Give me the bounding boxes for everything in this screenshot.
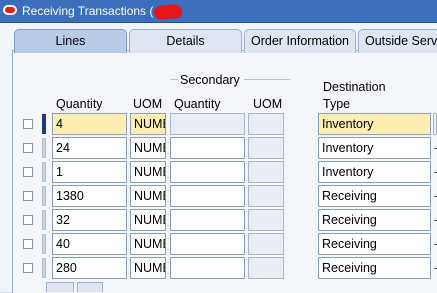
uom-field[interactable]: NUMBER (130, 161, 166, 183)
uom-header: UOM (133, 97, 163, 111)
secondary-uom-field (248, 257, 284, 279)
record-indicator[interactable] (42, 258, 46, 278)
row-select-checkbox[interactable] (23, 215, 33, 225)
tab-details[interactable]: Details (129, 29, 242, 53)
secondary-quantity-field (170, 113, 245, 135)
tab-outside-services[interactable]: Outside Serv (358, 29, 437, 53)
destination-type-field[interactable]: Receiving (318, 185, 431, 207)
secondary-divider-left (170, 79, 178, 80)
tab-order-information[interactable]: Order Information (244, 29, 356, 53)
uom-field[interactable]: NUMBER (130, 137, 166, 159)
bottom-button[interactable] (46, 282, 74, 292)
redaction-mark (153, 3, 183, 21)
record-indicator[interactable] (42, 210, 46, 230)
record-indicator[interactable] (42, 186, 46, 206)
secondary-quantity-field[interactable] (170, 161, 245, 183)
destination-type-header-line2: Type (323, 97, 351, 111)
secondary-quantity-field[interactable] (170, 233, 245, 255)
destination-type-field[interactable]: Inventory (318, 113, 431, 135)
row-select-checkbox[interactable] (23, 143, 33, 153)
quantity-field[interactable]: 40 (52, 233, 127, 255)
tab-lines[interactable]: Lines (14, 29, 127, 53)
quantity-field[interactable]: 4 (52, 113, 127, 135)
secondary-divider-right (244, 79, 290, 80)
secondary-uom-field (248, 209, 284, 231)
secondary-uom-field (248, 233, 284, 255)
secondary-quantity-field[interactable] (170, 257, 245, 279)
secondary-uom-field (248, 161, 284, 183)
uom-field[interactable]: NUMBER (130, 233, 166, 255)
destination-type-field[interactable]: Receiving (318, 233, 431, 255)
row-select-checkbox[interactable] (23, 167, 33, 177)
destination-type-field[interactable]: Inventory (318, 161, 431, 183)
quantity-header: Quantity (56, 97, 103, 111)
secondary-quantity-header: Quantity (174, 97, 221, 111)
oracle-window-icon[interactable] (3, 5, 17, 15)
quantity-field[interactable]: 1 (52, 161, 127, 183)
uom-field[interactable]: NUMBER (130, 113, 166, 135)
window-titlebar[interactable]: Receiving Transactions ( (0, 0, 437, 23)
quantity-field[interactable]: 1380 (52, 185, 127, 207)
destination-type-field[interactable]: Inventory (318, 137, 431, 159)
secondary-group-header: Secondary (180, 73, 240, 87)
secondary-uom-header: UOM (253, 97, 283, 111)
uom-field[interactable]: NUMBER (130, 185, 166, 207)
uom-field[interactable]: NUMBER (130, 209, 166, 231)
quantity-field[interactable]: 32 (52, 209, 127, 231)
row-select-checkbox[interactable] (23, 191, 33, 201)
row-select-checkbox[interactable] (23, 239, 33, 249)
quantity-field[interactable]: 24 (52, 137, 127, 159)
row-select-checkbox[interactable] (23, 119, 33, 129)
record-indicator[interactable] (42, 234, 46, 254)
record-indicator[interactable] (42, 138, 46, 158)
bottom-button[interactable] (77, 282, 103, 292)
row-select-checkbox[interactable] (23, 263, 33, 273)
window-title: Receiving Transactions ( (22, 4, 154, 18)
secondary-quantity-field[interactable] (170, 185, 245, 207)
uom-field[interactable]: NUMBER (130, 257, 166, 279)
row-scroll-edge[interactable] (433, 113, 437, 135)
record-indicator[interactable] (42, 162, 46, 182)
secondary-uom-field (248, 185, 284, 207)
secondary-uom-field (248, 137, 284, 159)
secondary-quantity-field[interactable] (170, 137, 245, 159)
secondary-uom-field (248, 113, 284, 135)
quantity-field[interactable]: 280 (52, 257, 127, 279)
destination-type-field[interactable]: Receiving (318, 257, 431, 279)
destination-type-header-line1: Destination (323, 80, 386, 94)
current-record-indicator[interactable] (42, 114, 46, 134)
destination-type-field[interactable]: Receiving (318, 209, 431, 231)
secondary-quantity-field[interactable] (170, 209, 245, 231)
